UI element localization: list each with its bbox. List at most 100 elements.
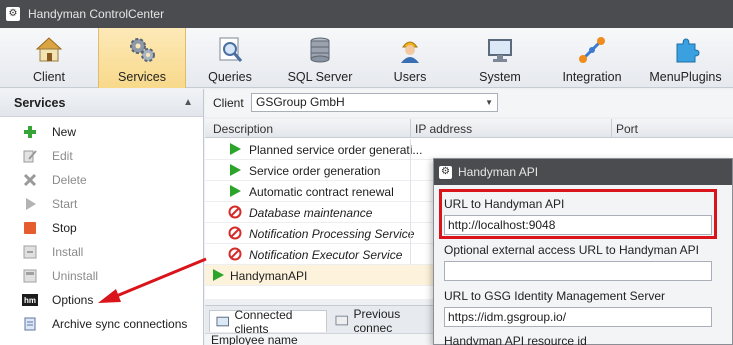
service-name: Notification Executor Service bbox=[249, 248, 403, 262]
query-magnifier-icon bbox=[214, 34, 246, 66]
svg-text:hm: hm bbox=[24, 296, 36, 305]
service-action-new[interactable]: New bbox=[0, 121, 204, 143]
service-name: Notification Processing Service bbox=[249, 227, 415, 241]
window-title: Handyman ControlCenter bbox=[28, 7, 165, 21]
services-panel: Services ▲ New Edit Delete Start Stop In… bbox=[0, 89, 204, 345]
service-action-uninstall[interactable]: Uninstall bbox=[0, 265, 204, 287]
ribbon-tab-label: Client bbox=[33, 70, 65, 84]
service-action-label: Start bbox=[52, 197, 78, 211]
service-action-archive-sync[interactable]: Archive sync connections bbox=[0, 313, 204, 335]
running-play-icon bbox=[211, 268, 225, 282]
column-header-description[interactable]: Description bbox=[213, 122, 273, 136]
service-action-label: Delete bbox=[52, 173, 87, 187]
ribbon-tab-label: Services bbox=[118, 70, 166, 84]
running-play-icon bbox=[228, 163, 242, 177]
title-bar: ⚙ Handyman ControlCenter bbox=[0, 0, 733, 28]
tab-connected-clients[interactable]: Connected clients bbox=[209, 308, 327, 336]
gears-icon bbox=[126, 34, 158, 66]
tab-previous-connections[interactable]: Previous connec bbox=[329, 307, 439, 335]
external-url-input[interactable] bbox=[444, 261, 712, 281]
dialog-title-bar[interactable]: ⚙ Handyman API bbox=[434, 159, 732, 185]
ribbon-tab-services[interactable]: Services bbox=[98, 28, 186, 88]
uninstall-icon bbox=[22, 268, 38, 284]
service-name: HandymanAPI bbox=[230, 269, 308, 283]
client-dropdown[interactable]: GSGroup GmbH ▼ bbox=[251, 93, 498, 112]
cell-separator bbox=[410, 160, 411, 181]
column-header-port[interactable]: Port bbox=[616, 122, 638, 136]
field-label-external-url: Optional external access URL to Handyman… bbox=[444, 243, 700, 257]
delete-x-icon bbox=[22, 172, 38, 188]
app-gear-icon: ⚙ bbox=[439, 165, 452, 179]
ribbon-tab-label: System bbox=[479, 70, 521, 84]
service-action-stop[interactable]: Stop bbox=[0, 217, 204, 239]
running-play-icon bbox=[228, 184, 242, 198]
service-action-edit[interactable]: Edit bbox=[0, 145, 204, 167]
house-icon bbox=[33, 34, 65, 66]
history-icon bbox=[335, 315, 349, 326]
hm-options-icon: hm bbox=[22, 292, 38, 308]
service-action-label: Stop bbox=[52, 221, 77, 235]
client-dropdown-value: GSGroup GmbH bbox=[256, 95, 345, 109]
ribbon-tab-label: Integration bbox=[562, 70, 622, 84]
highlight-box bbox=[439, 189, 717, 239]
service-name: Database maintenance bbox=[249, 206, 373, 220]
ribbon-tab-integration[interactable]: Integration bbox=[546, 28, 638, 88]
service-action-start[interactable]: Start bbox=[0, 193, 204, 215]
plus-icon bbox=[22, 124, 38, 140]
column-separator bbox=[410, 119, 411, 138]
grid-header: Description IP address Port bbox=[205, 119, 733, 138]
service-action-label: Edit bbox=[52, 149, 73, 163]
services-panel-title: Services bbox=[14, 95, 66, 110]
stopped-no-entry-icon bbox=[228, 226, 242, 240]
ribbon-tab-system[interactable]: System bbox=[454, 28, 546, 88]
client-bar: Client GSGroup GmbH ▼ bbox=[205, 89, 733, 117]
cell-separator bbox=[410, 202, 411, 223]
table-row[interactable]: Planned service order generati... bbox=[205, 139, 733, 160]
dropdown-arrow-icon: ▼ bbox=[485, 98, 493, 107]
database-icon bbox=[304, 34, 336, 66]
field-label-resource-id: Handyman API resource id bbox=[444, 334, 587, 345]
ribbon-tab-queries[interactable]: Queries bbox=[186, 28, 274, 88]
clients-icon bbox=[216, 316, 229, 326]
edit-icon bbox=[22, 148, 38, 164]
ribbon-tab-menuplugins[interactable]: MenuPlugins bbox=[638, 28, 733, 88]
cell-separator bbox=[410, 223, 411, 244]
service-action-label: Archive sync connections bbox=[52, 317, 188, 331]
column-header-ip-address[interactable]: IP address bbox=[415, 122, 472, 136]
column-separator bbox=[611, 119, 612, 138]
identity-server-url-input[interactable]: https://idm.gsgroup.io/ bbox=[444, 307, 712, 327]
services-panel-header[interactable]: Services ▲ bbox=[0, 89, 203, 117]
cell-separator bbox=[410, 181, 411, 202]
service-name: Service order generation bbox=[249, 164, 381, 178]
client-label: Client bbox=[213, 96, 244, 110]
service-name: Planned service order generati... bbox=[249, 143, 423, 157]
collapse-chevron-icon[interactable]: ▲ bbox=[183, 97, 193, 108]
ribbon-tab-label: MenuPlugins bbox=[649, 70, 722, 84]
service-action-options[interactable]: hm Options bbox=[0, 289, 204, 311]
tab-label: Previous connec bbox=[353, 307, 401, 335]
stopped-no-entry-icon bbox=[228, 205, 242, 219]
ribbon-tab-sql-server[interactable]: SQL Server bbox=[274, 28, 366, 88]
ribbon-tab-label: Users bbox=[393, 70, 427, 84]
cell-separator bbox=[410, 244, 411, 265]
ribbon-tab-label: SQL Server bbox=[287, 70, 353, 84]
tab-label: Connected clients bbox=[234, 307, 293, 336]
ribbon-tab-users[interactable]: Users bbox=[366, 28, 454, 88]
computer-icon bbox=[484, 34, 516, 66]
install-icon bbox=[22, 244, 38, 260]
play-icon bbox=[22, 196, 38, 212]
ribbon: Client Services Queries SQL Server Users… bbox=[0, 28, 733, 88]
service-action-label: Install bbox=[52, 245, 84, 259]
ribbon-tab-label: Queries bbox=[208, 70, 252, 84]
service-action-delete[interactable]: Delete bbox=[0, 169, 204, 191]
field-label-identity-server-url: URL to GSG Identity Management Server bbox=[444, 289, 665, 303]
handyman-api-dialog: ⚙ Handyman API URL to Handyman API http:… bbox=[433, 158, 733, 345]
service-action-label: New bbox=[52, 125, 77, 139]
stop-icon bbox=[22, 220, 38, 236]
archive-icon bbox=[22, 316, 38, 332]
service-action-install[interactable]: Install bbox=[0, 241, 204, 263]
puzzle-icon bbox=[670, 34, 702, 66]
service-action-label: Uninstall bbox=[52, 269, 99, 283]
ribbon-tab-client[interactable]: Client bbox=[0, 28, 98, 88]
dialog-title: Handyman API bbox=[458, 165, 539, 179]
